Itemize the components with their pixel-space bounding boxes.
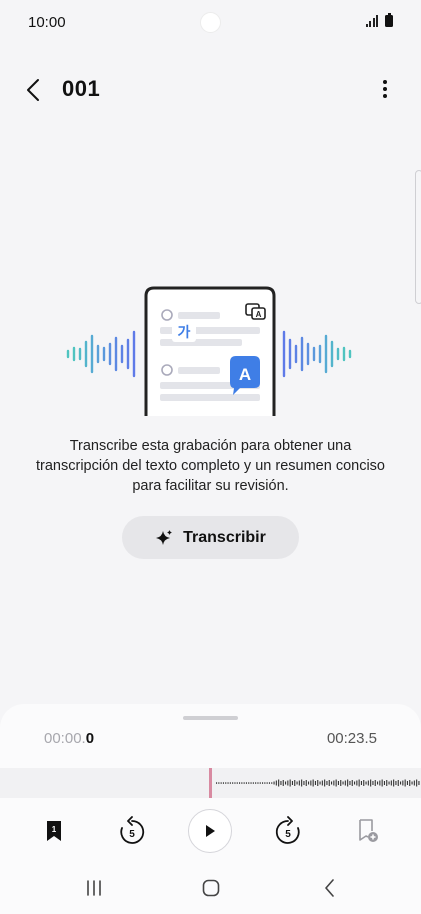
status-icons xyxy=(365,13,393,27)
svg-text:5: 5 xyxy=(285,829,291,840)
more-options-button[interactable] xyxy=(375,76,395,102)
more-vertical-icon xyxy=(383,80,387,84)
chevron-left-icon xyxy=(325,879,334,897)
transcription-illustration: A 가 A xyxy=(66,286,352,416)
svg-text:A: A xyxy=(256,310,262,319)
korean-glyph: 가 xyxy=(178,325,191,341)
status-bar: 10:00 xyxy=(0,0,421,46)
forward-5-icon: 5 xyxy=(275,816,300,844)
back-button[interactable] xyxy=(18,74,50,106)
status-time: 10:00 xyxy=(28,14,66,31)
left-soundwave-icon xyxy=(66,330,136,378)
sheet-drag-handle[interactable] xyxy=(183,716,238,720)
add-bookmark-button[interactable] xyxy=(354,816,382,846)
battery-icon xyxy=(385,13,393,27)
transcribe-button-label: Transcribir xyxy=(183,528,266,546)
bookmark-icon: 1 xyxy=(47,821,61,841)
current-time-prefix: 00:00. xyxy=(44,730,86,747)
total-time: 00:23.5 xyxy=(326,730,377,747)
system-back-button[interactable] xyxy=(310,874,350,902)
play-button[interactable] xyxy=(188,809,232,853)
home-button[interactable] xyxy=(191,874,231,902)
transcribe-description: Transcribe esta grabación para obtener u… xyxy=(36,438,385,494)
svg-text:5: 5 xyxy=(129,829,135,840)
header: 001 xyxy=(0,60,421,118)
signal-icon xyxy=(365,15,378,27)
system-nav-bar xyxy=(0,862,421,914)
recent-apps-icon xyxy=(87,880,101,896)
playhead xyxy=(209,768,212,798)
bookmark-button[interactable]: 1 xyxy=(40,816,68,846)
playback-controls: 1 5 5 xyxy=(0,804,421,860)
right-soundwave-icon xyxy=(282,330,352,378)
latin-glyph: A xyxy=(239,365,251,384)
play-icon xyxy=(206,825,215,837)
add-bookmark-icon xyxy=(359,819,378,842)
forward-5-button[interactable]: 5 xyxy=(272,814,304,848)
recent-apps-button[interactable] xyxy=(74,874,114,902)
chevron-left-icon xyxy=(27,79,39,101)
sparkle-icon xyxy=(156,529,173,545)
svg-text:1: 1 xyxy=(52,825,57,834)
transcribe-button[interactable]: Transcribir xyxy=(122,516,299,559)
page-title: 001 xyxy=(62,76,101,101)
camera-cutout xyxy=(200,12,221,33)
home-icon xyxy=(202,879,220,897)
rewind-5-icon: 5 xyxy=(120,816,145,844)
waveform-bars xyxy=(216,779,420,787)
waveform-scrubber[interactable] xyxy=(0,768,421,798)
current-time: 00:00.0 xyxy=(44,730,94,747)
current-time-suffix: 0 xyxy=(85,730,95,747)
rewind-5-button[interactable]: 5 xyxy=(116,814,148,848)
side-scroll-handle[interactable] xyxy=(415,170,421,304)
